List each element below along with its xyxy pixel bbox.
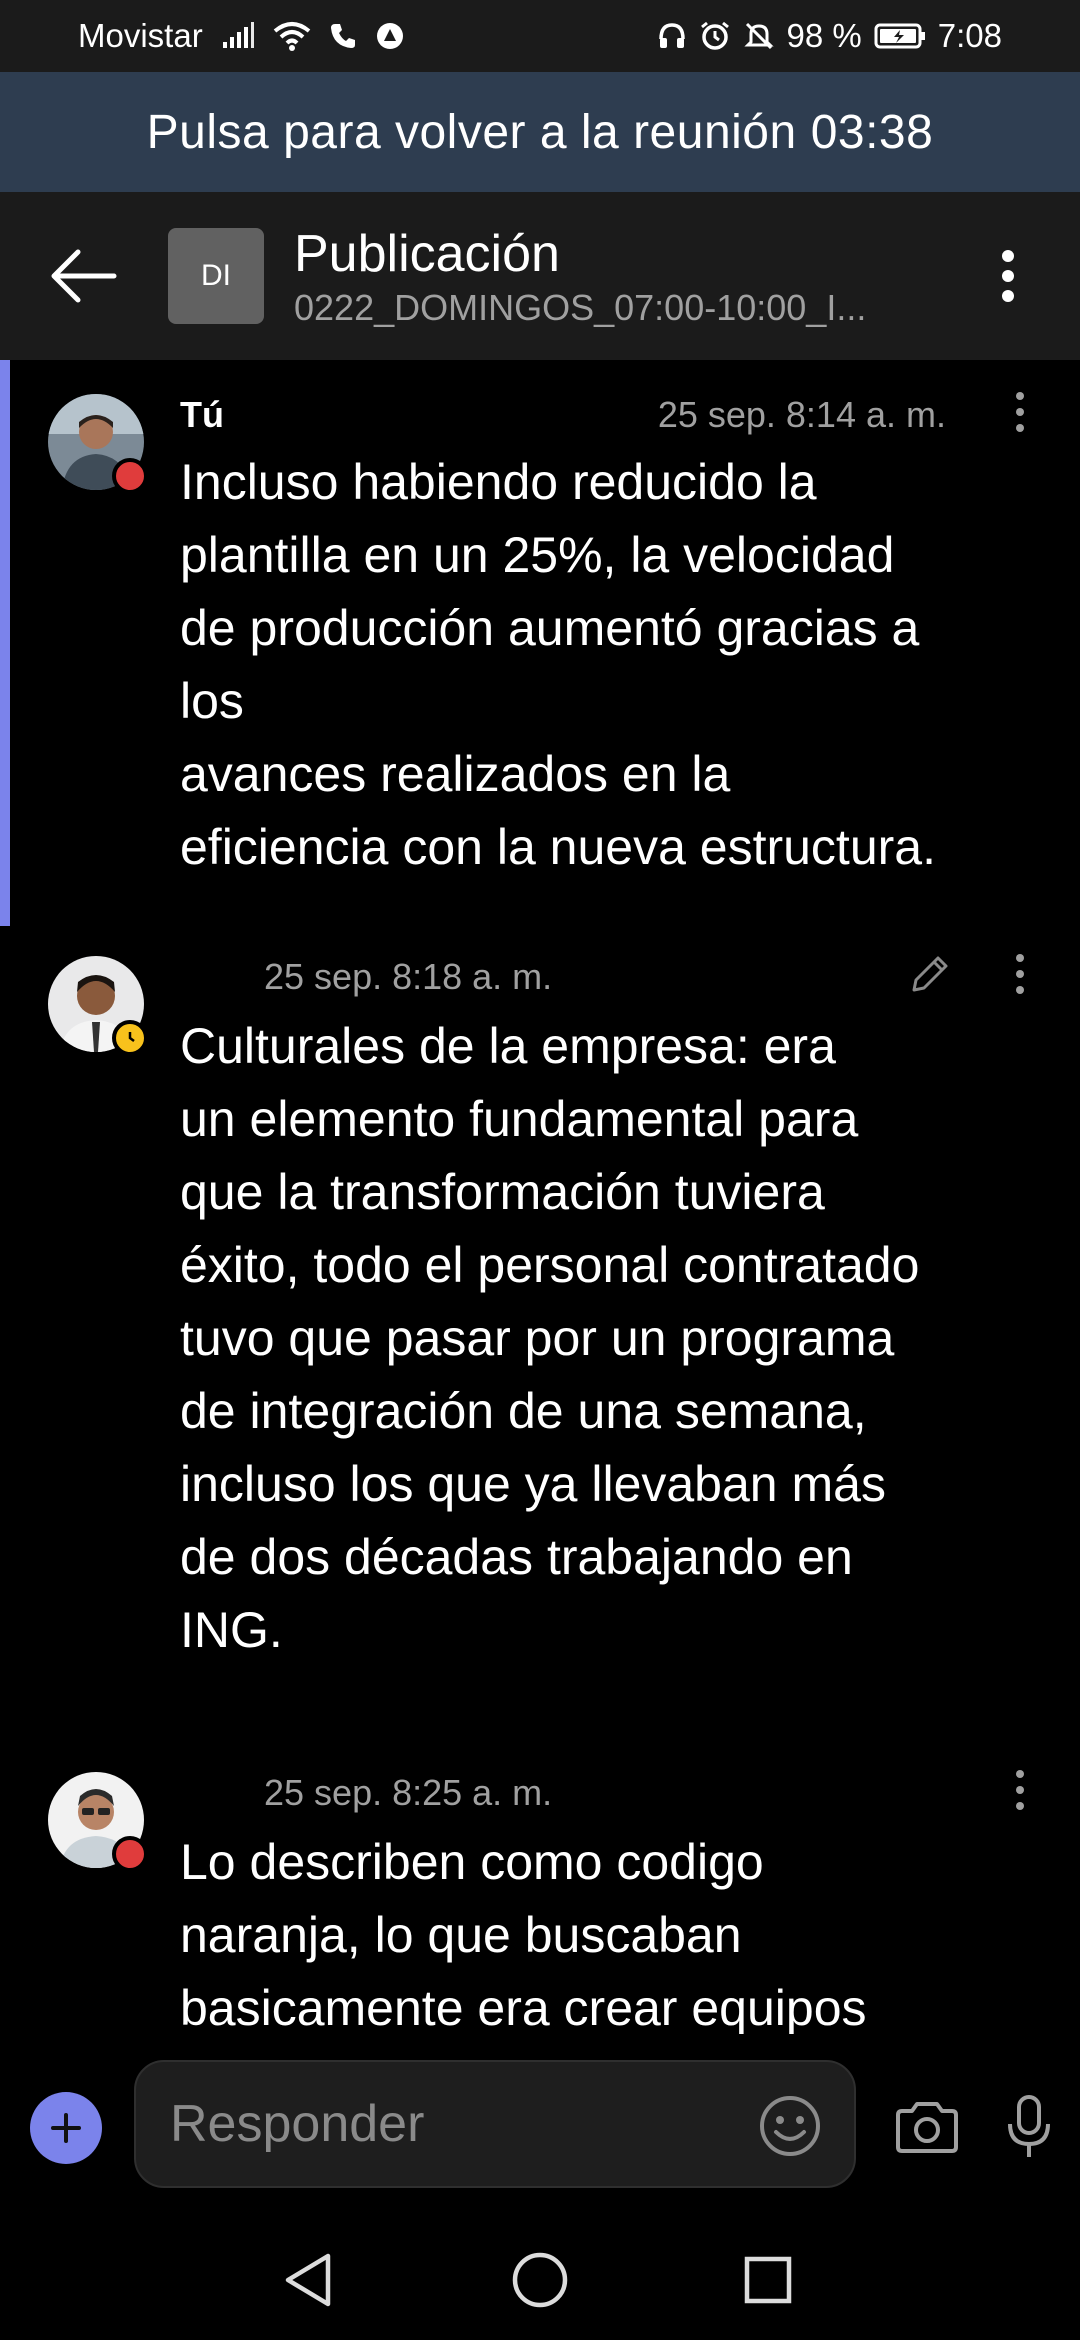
mic-button[interactable]	[990, 2088, 1068, 2166]
back-arrow-icon	[51, 249, 117, 303]
message-more-button[interactable]	[990, 1760, 1050, 1820]
reply-placeholder: Responder	[170, 2095, 425, 2153]
call-icon	[329, 22, 357, 50]
app-header: DI Publicación 0222_DOMINGOS_07:00-10:00…	[0, 192, 1080, 360]
more-options-button[interactable]	[960, 228, 1056, 324]
camera-button[interactable]	[888, 2088, 966, 2166]
more-vertical-icon	[1002, 250, 1014, 302]
headphones-icon	[657, 21, 687, 51]
wifi-icon	[273, 21, 311, 51]
reply-composer: Responder	[0, 2034, 1080, 2220]
nav-back-icon	[285, 2253, 331, 2307]
page-title: Publicación	[294, 225, 560, 283]
avatar[interactable]	[48, 1772, 148, 1872]
message-item[interactable]: 25 sep. 8:25 a. m. Lo describen como cod…	[0, 1742, 1080, 2034]
reply-input[interactable]: Responder	[134, 2060, 856, 2188]
message-more-button[interactable]	[990, 382, 1050, 442]
status-bar-left: Movistar	[78, 17, 405, 55]
battery-percent: 98 %	[786, 17, 862, 54]
avatar[interactable]	[48, 394, 148, 494]
teams-chat-screen: Movistar 98 % 7:08 Pulsa para volver a l…	[0, 0, 1080, 2340]
signal-icon	[221, 22, 255, 50]
return-to-meeting-banner[interactable]: Pulsa para volver a la reunión 03:38	[0, 72, 1080, 192]
status-bar-right: 98 % 7:08	[657, 17, 1002, 55]
emoji-icon	[760, 2096, 820, 2156]
message-timestamp: 25 sep. 8:18 a. m.	[264, 956, 553, 997]
message-timestamp: 25 sep. 8:14 a. m.	[657, 394, 946, 435]
plus-icon	[51, 2113, 81, 2143]
carrier-label: Movistar	[78, 17, 203, 54]
emoji-button[interactable]	[754, 2090, 826, 2162]
more-vertical-icon	[1016, 954, 1024, 994]
message-body: Culturales de la empresa: era un element…	[180, 1018, 920, 1658]
presence-away-icon	[112, 1020, 148, 1056]
avatar[interactable]	[48, 956, 148, 1056]
message-body: Lo describen como codigo naranja, lo que…	[180, 1834, 867, 2034]
nav-recents-icon	[744, 2256, 792, 2304]
message-item[interactable]: 25 sep. 8:18 a. m. Culturales de la empr…	[0, 926, 1080, 1742]
nav-home-button[interactable]	[504, 2244, 576, 2316]
meeting-timer: 03:38	[810, 105, 934, 159]
mic-icon	[1008, 2095, 1050, 2157]
more-vertical-icon	[1016, 1770, 1024, 1810]
status-bar: Movistar 98 % 7:08	[0, 0, 1080, 72]
message-item[interactable]: Tú 25 sep. 8:14 a. m. Incluso habiendo r…	[0, 360, 1080, 926]
banner-text: Pulsa para volver a la reunión	[146, 105, 797, 159]
message-body: Incluso habiendo reducido la plantilla e…	[180, 454, 936, 875]
camera-icon	[896, 2102, 958, 2153]
add-attachment-button[interactable]	[30, 2092, 102, 2164]
nav-recents-button[interactable]	[732, 2244, 804, 2316]
message-timestamp: 25 sep. 8:25 a. m.	[264, 1772, 553, 1813]
header-titles[interactable]: Publicación 0222_DOMINGOS_07:00-10:00_I.…	[294, 222, 944, 330]
pencil-icon	[900, 944, 960, 1004]
channel-name: 0222_DOMINGOS_07:00-10:00_I...	[294, 287, 867, 328]
nav-home-icon	[512, 2252, 568, 2308]
mute-notifications-icon	[743, 20, 775, 52]
clock: 7:08	[937, 17, 1002, 54]
sender-name: Tú	[180, 394, 224, 435]
nav-back-button[interactable]	[272, 2244, 344, 2316]
system-navigation-bar	[0, 2220, 1080, 2340]
battery-icon	[874, 22, 926, 50]
alarm-icon	[699, 20, 731, 52]
message-thread[interactable]: Tú 25 sep. 8:14 a. m. Incluso habiendo r…	[0, 360, 1080, 2034]
back-button[interactable]	[24, 216, 144, 336]
channel-avatar: DI	[168, 228, 264, 324]
message-more-button[interactable]	[990, 944, 1050, 1004]
vpn-icon	[375, 21, 405, 51]
presence-busy-icon	[112, 458, 148, 494]
more-vertical-icon	[1016, 392, 1024, 432]
presence-busy-icon	[112, 1836, 148, 1872]
